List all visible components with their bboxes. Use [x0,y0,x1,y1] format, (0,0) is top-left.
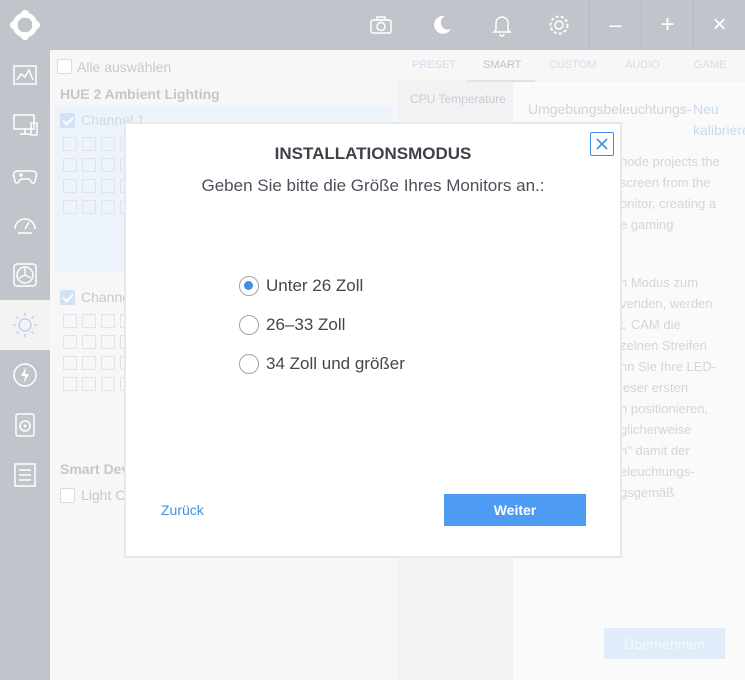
sidebar-item-inventory[interactable] [0,450,50,500]
gear-icon[interactable] [546,12,572,38]
bell-icon[interactable] [489,12,515,38]
moon-icon[interactable] [429,12,455,38]
fan-icon [13,263,37,287]
sidebar-item-lighting[interactable] [0,300,50,350]
title-bar: – + × [0,0,745,50]
sidebar-item-games[interactable] [0,150,50,200]
dialog-title: INSTALLATIONSMODUS [274,144,472,163]
sidebar [0,50,50,680]
maximize-icon: + [660,11,675,38]
radio-26-33[interactable] [239,315,259,335]
sidebar-item-pc[interactable] [0,100,50,150]
option-34-plus[interactable]: 34 Zoll und größer [239,353,405,375]
sidebar-item-dashboard[interactable] [0,50,50,100]
lighting-icon [13,313,37,337]
option-label: Unter 26 Zoll [266,276,364,295]
camera-icon[interactable] [368,12,394,38]
option-26-33[interactable]: 26–33 Zoll [239,314,345,336]
checklist-icon [14,463,36,487]
back-link[interactable]: Zurück [161,502,204,518]
gamepad-icon [12,170,38,184]
minimize-icon: – [609,12,622,37]
maximize-button[interactable]: + [641,0,693,50]
sidebar-item-audio[interactable] [0,400,50,450]
sidebar-item-performance[interactable] [0,200,50,250]
option-under-26[interactable]: Unter 26 Zoll [239,275,363,297]
close-button[interactable]: × [693,0,745,50]
option-label: 34 Zoll und größer [266,354,405,373]
sidebar-item-cooling[interactable] [0,250,50,300]
sidebar-item-power[interactable] [0,350,50,400]
dialog-subtitle: Geben Sie bitte die Größe Ihres Monitors… [201,176,545,195]
power-icon [13,363,37,387]
dashboard-icon [13,65,37,85]
gauge-icon [14,218,36,234]
option-label: 26–33 Zoll [266,315,346,334]
speaker-icon [15,413,35,437]
close-icon: × [712,11,727,38]
next-button[interactable]: Weiter [444,494,586,526]
installation-mode-dialog: INSTALLATIONSMODUS Geben Sie bitte die G… [124,122,622,558]
radio-34-plus[interactable] [239,354,259,374]
nzxt-logo-icon [10,10,40,40]
radio-under-26[interactable] [239,276,259,296]
pc-monitor-icon [13,114,38,136]
minimize-button[interactable]: – [589,0,641,50]
